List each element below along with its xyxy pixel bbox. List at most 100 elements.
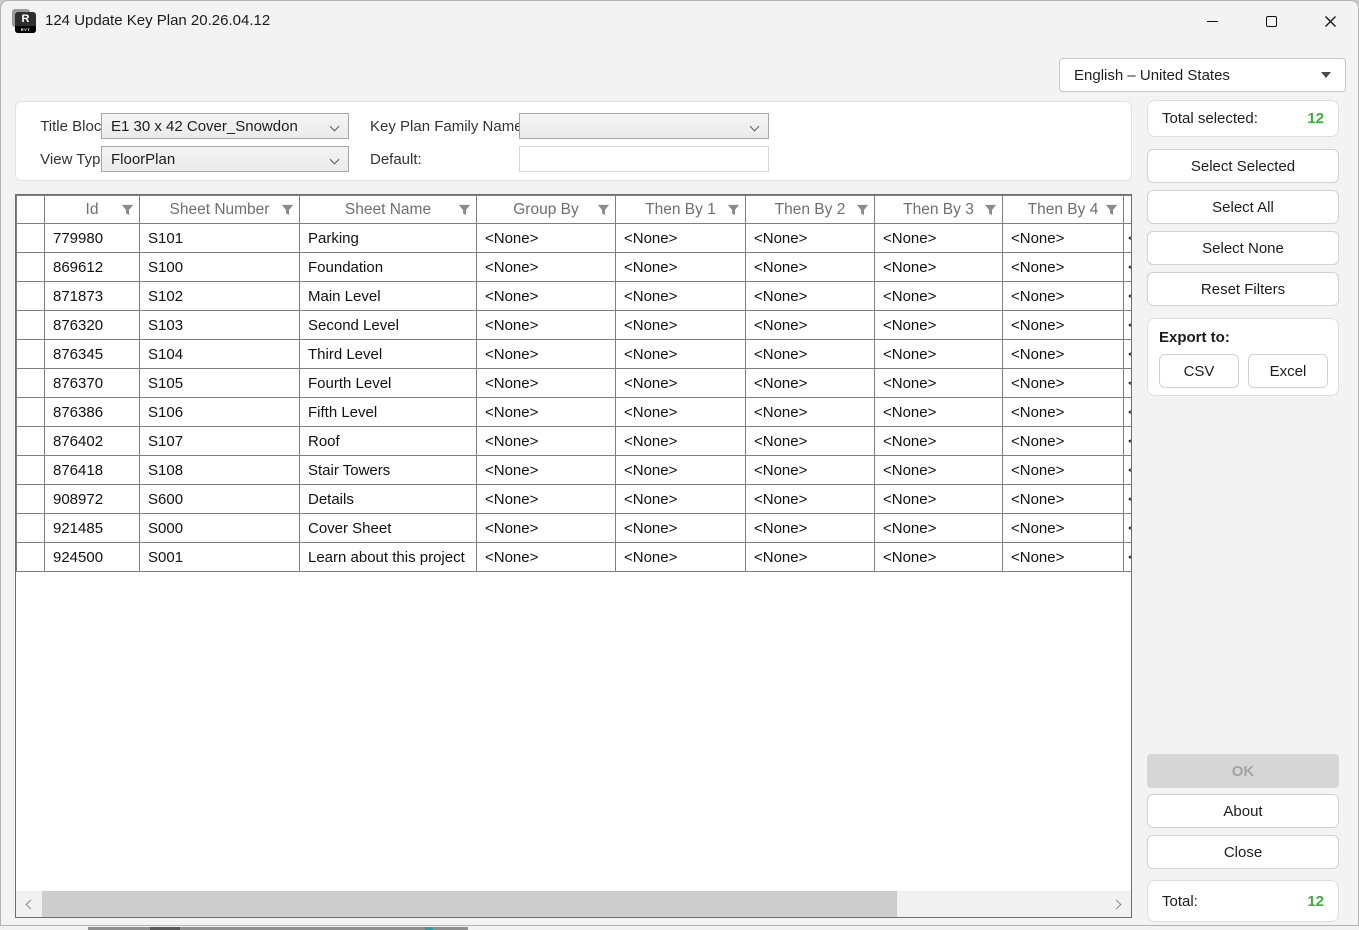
view-type-combobox[interactable]: FloorPlan (101, 146, 349, 172)
cell-group-by[interactable]: <None> (477, 311, 616, 340)
cell-then-by-3[interactable]: <None> (875, 543, 1003, 572)
export-excel-button[interactable]: Excel (1248, 354, 1328, 388)
cell-then-by-4[interactable]: <None> (1003, 427, 1124, 456)
table-row[interactable]: 876386S106Fifth Level<None><None><None><… (17, 398, 1132, 427)
column-header-then-by-3[interactable]: Then By 3 (875, 196, 1003, 224)
cell-id[interactable]: 876418 (45, 456, 140, 485)
cell-then-by-4[interactable]: <None> (1003, 340, 1124, 369)
cell-then-by-2[interactable]: <None> (746, 369, 875, 398)
cell-then-by-4[interactable]: <None> (1003, 282, 1124, 311)
cell-then-by-4[interactable]: <None> (1003, 224, 1124, 253)
cell-then-by-2[interactable]: <None> (746, 456, 875, 485)
clipped-cell[interactable]: <None> (1124, 485, 1132, 514)
key-plan-family-name-combobox[interactable] (519, 113, 769, 139)
cell-then-by-2[interactable]: <None> (746, 253, 875, 282)
cell-group-by[interactable]: <None> (477, 282, 616, 311)
cell-sheet-name[interactable]: Third Level (300, 340, 477, 369)
cell-then-by-4[interactable]: <None> (1003, 456, 1124, 485)
column-header-group-by[interactable]: Group By (477, 196, 616, 224)
clipped-cell[interactable]: <None> (1124, 282, 1132, 311)
cell-group-by[interactable]: <None> (477, 369, 616, 398)
cell-then-by-1[interactable]: <None> (616, 282, 746, 311)
sheets-grid[interactable]: IdSheet NumberSheet NameGroup ByThen By … (15, 194, 1132, 918)
row-selector-cell[interactable] (17, 340, 45, 369)
cell-sheet-name[interactable]: Fifth Level (300, 398, 477, 427)
filter-funnel-icon[interactable] (597, 204, 610, 217)
cell-sheet-number[interactable]: S101 (140, 224, 300, 253)
cell-then-by-1[interactable]: <None> (616, 427, 746, 456)
export-csv-button[interactable]: CSV (1159, 354, 1239, 388)
table-row[interactable]: 876402S107Roof<None><None><None><None><N… (17, 427, 1132, 456)
cell-sheet-number[interactable]: S107 (140, 427, 300, 456)
cell-then-by-4[interactable]: <None> (1003, 311, 1124, 340)
cell-then-by-1[interactable]: <None> (616, 253, 746, 282)
cell-group-by[interactable]: <None> (477, 340, 616, 369)
column-header-sheet-number[interactable]: Sheet Number (140, 196, 300, 224)
column-header-then-by-2[interactable]: Then By 2 (746, 196, 875, 224)
cell-then-by-4[interactable]: <None> (1003, 369, 1124, 398)
row-selector-cell[interactable] (17, 485, 45, 514)
filter-funnel-icon[interactable] (1105, 204, 1118, 217)
cell-id[interactable]: 908972 (45, 485, 140, 514)
select-selected-button[interactable]: Select Selected (1147, 149, 1339, 183)
cell-sheet-number[interactable]: S104 (140, 340, 300, 369)
cell-group-by[interactable]: <None> (477, 543, 616, 572)
cell-then-by-1[interactable]: <None> (616, 485, 746, 514)
cell-then-by-2[interactable]: <None> (746, 224, 875, 253)
clipped-cell[interactable]: <None> (1124, 456, 1132, 485)
cell-sheet-name[interactable]: Foundation (300, 253, 477, 282)
cell-sheet-name[interactable]: Parking (300, 224, 477, 253)
row-selector-cell[interactable] (17, 369, 45, 398)
clipped-cell[interactable]: <None> (1124, 369, 1132, 398)
cell-then-by-1[interactable]: <None> (616, 224, 746, 253)
clipped-cell[interactable]: <None> (1124, 311, 1132, 340)
cell-then-by-1[interactable]: <None> (616, 543, 746, 572)
scrollbar-thumb[interactable] (42, 891, 897, 917)
cell-group-by[interactable]: <None> (477, 485, 616, 514)
clipped-cell[interactable]: <None> (1124, 543, 1132, 572)
cell-id[interactable]: 876386 (45, 398, 140, 427)
select-all-button[interactable]: Select All (1147, 190, 1339, 224)
cell-id[interactable]: 876345 (45, 340, 140, 369)
cell-id[interactable]: 869612 (45, 253, 140, 282)
filter-funnel-icon[interactable] (856, 204, 869, 217)
cell-group-by[interactable]: <None> (477, 427, 616, 456)
cell-then-by-2[interactable]: <None> (746, 427, 875, 456)
cell-then-by-4[interactable]: <None> (1003, 514, 1124, 543)
column-header-then-by-1[interactable]: Then By 1 (616, 196, 746, 224)
row-selector-cell[interactable] (17, 398, 45, 427)
table-row[interactable]: 869612S100Foundation<None><None><None><N… (17, 253, 1132, 282)
row-selector-cell[interactable] (17, 311, 45, 340)
close-button[interactable]: Close (1147, 835, 1339, 869)
table-row[interactable]: 921485S000Cover Sheet<None><None><None><… (17, 514, 1132, 543)
horizontal-scrollbar[interactable] (16, 891, 1131, 917)
table-row[interactable]: 779980S101Parking<None><None><None><None… (17, 224, 1132, 253)
cell-then-by-3[interactable]: <None> (875, 427, 1003, 456)
row-selector-cell[interactable] (17, 456, 45, 485)
table-row[interactable]: 924500S001Learn about this project<None>… (17, 543, 1132, 572)
column-header-then-by-4[interactable]: Then By 4 (1003, 196, 1124, 224)
cell-then-by-1[interactable]: <None> (616, 369, 746, 398)
cell-then-by-3[interactable]: <None> (875, 514, 1003, 543)
cell-then-by-3[interactable]: <None> (875, 311, 1003, 340)
maximize-button[interactable] (1248, 7, 1294, 35)
cell-id[interactable]: 921485 (45, 514, 140, 543)
cell-then-by-3[interactable]: <None> (875, 485, 1003, 514)
cell-sheet-name[interactable]: Learn about this project (300, 543, 477, 572)
cell-sheet-name[interactable]: Cover Sheet (300, 514, 477, 543)
cell-then-by-4[interactable]: <None> (1003, 485, 1124, 514)
cell-group-by[interactable]: <None> (477, 514, 616, 543)
column-header-sheet-name[interactable]: Sheet Name (300, 196, 477, 224)
filter-funnel-icon[interactable] (458, 204, 471, 217)
clipped-cell[interactable]: <None> (1124, 398, 1132, 427)
title-block-combobox[interactable]: E1 30 x 42 Cover_Snowdon (101, 113, 349, 139)
cell-sheet-number[interactable]: S001 (140, 543, 300, 572)
cell-group-by[interactable]: <None> (477, 253, 616, 282)
cell-then-by-3[interactable]: <None> (875, 282, 1003, 311)
cell-sheet-name[interactable]: Roof (300, 427, 477, 456)
minimize-button[interactable] (1189, 7, 1235, 35)
cell-then-by-1[interactable]: <None> (616, 456, 746, 485)
row-selector-cell[interactable] (17, 543, 45, 572)
filter-funnel-icon[interactable] (727, 204, 740, 217)
cell-sheet-number[interactable]: S105 (140, 369, 300, 398)
